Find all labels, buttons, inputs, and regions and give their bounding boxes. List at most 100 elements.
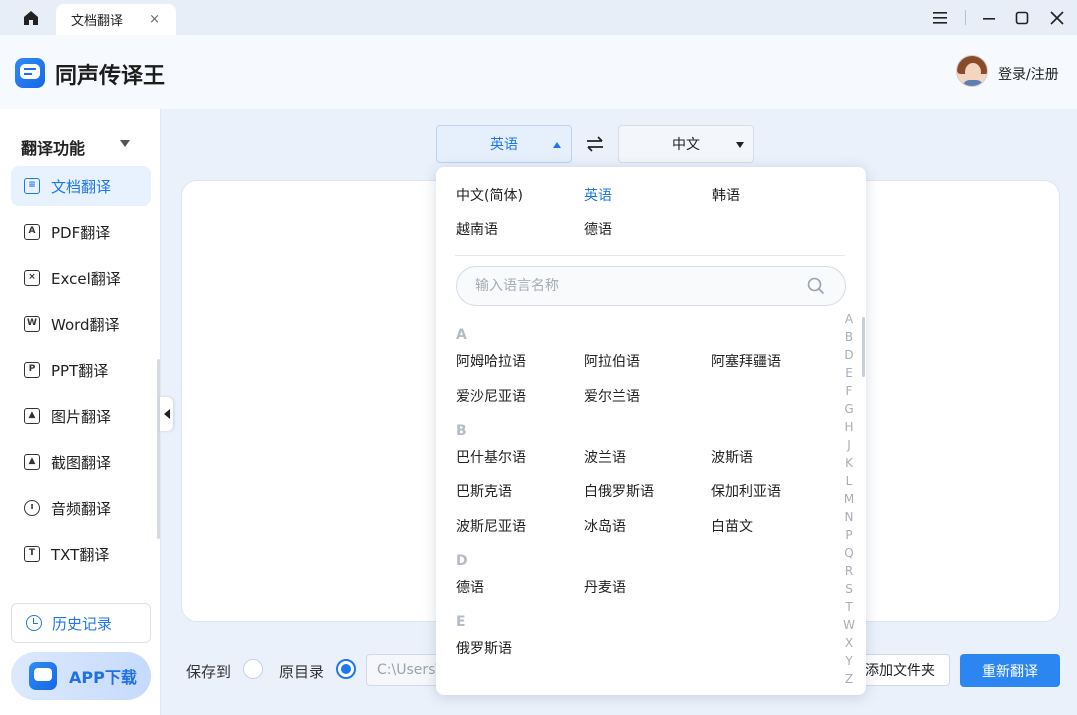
image-icon: ▲ <box>24 408 40 424</box>
alphabet-index-letter[interactable]: Y <box>842 654 856 668</box>
alphabet-index-letter[interactable]: T <box>842 600 856 614</box>
sidebar-item-label: 文档翻译 <box>51 177 112 196</box>
common-language-item[interactable]: 德语 <box>584 219 612 239</box>
language-item[interactable]: 白俄罗斯语 <box>584 481 654 501</box>
language-dropdown: 中文(简体) 英语 韩语 越南语 德语 A 阿姆哈拉语 阿拉伯语 阿塞拜疆语 爱… <box>436 167 866 695</box>
history-label: 历史记录 <box>52 614 113 633</box>
txt-icon: T <box>24 546 40 562</box>
tab-label: 文档翻译 <box>71 14 124 29</box>
alphabet-index-letter[interactable]: D <box>842 348 856 362</box>
target-language-label: 中文 <box>672 137 700 153</box>
language-search-input[interactable] <box>475 275 795 297</box>
source-language-select[interactable]: 英语 <box>436 125 572 163</box>
alphabet-index-letter[interactable]: M <box>842 492 856 506</box>
app-download-button[interactable]: APP下载 <box>11 652 151 700</box>
save-to-radio[interactable] <box>243 659 263 679</box>
alphabet-index-letter[interactable]: J <box>842 438 856 452</box>
target-language-select[interactable]: 中文 <box>618 125 754 163</box>
sidebar-item-label: PPT翻译 <box>51 361 109 380</box>
app-logo-icon <box>15 58 45 88</box>
audio-icon: ı <box>24 500 40 516</box>
language-item[interactable]: 阿拉伯语 <box>584 351 640 371</box>
alphabet-index-letter[interactable]: P <box>842 528 856 542</box>
sidebar-item-label: 音频翻译 <box>51 499 112 518</box>
source-language-label: 英语 <box>490 137 518 153</box>
alphabet-index-letter[interactable]: G <box>842 402 856 416</box>
dropdown-scrollbar[interactable] <box>862 317 865 377</box>
language-item[interactable]: 阿姆哈拉语 <box>456 351 526 371</box>
sidebar-scrollbar[interactable] <box>157 359 160 539</box>
chevron-up-icon <box>553 142 561 148</box>
login-link[interactable]: 登录/注册 <box>998 64 1059 84</box>
app-logo-icon <box>29 662 57 690</box>
language-item[interactable]: 阿塞拜疆语 <box>711 351 781 371</box>
screenshot-icon: ▲ <box>24 454 40 470</box>
maximize-icon[interactable] <box>1010 6 1034 30</box>
language-item[interactable]: 波斯尼亚语 <box>456 516 526 536</box>
sidebar-item-screenshot[interactable]: ▲ 截图翻译 <box>11 442 151 482</box>
language-item[interactable]: 丹麦语 <box>584 577 626 597</box>
alphabet-index-letter[interactable]: Z <box>842 672 856 686</box>
alphabet-index-letter[interactable]: E <box>842 366 856 380</box>
tab-close-icon[interactable]: × <box>149 12 160 27</box>
divider <box>455 255 845 256</box>
app-download-label: APP下载 <box>69 668 137 687</box>
app-title: 同声传译王 <box>55 64 166 89</box>
close-icon[interactable] <box>1045 6 1069 30</box>
alphabet-index-letter[interactable]: L <box>842 474 856 488</box>
original-dir-radio[interactable] <box>336 659 356 679</box>
sidebar-item-txt[interactable]: T TXT翻译 <box>11 534 151 574</box>
sidebar-item-audio[interactable]: ı 音频翻译 <box>11 488 151 528</box>
home-icon[interactable] <box>14 6 48 30</box>
common-language-item[interactable]: 中文(简体) <box>456 185 523 205</box>
original-dir-label: 原目录 <box>279 663 325 681</box>
sidebar-item-document[interactable]: ≡ 文档翻译 <box>11 166 151 206</box>
alphabet-index-letter[interactable]: X <box>842 636 856 650</box>
group-letter: B <box>456 423 467 439</box>
word-icon: W <box>24 316 40 332</box>
sidebar-item-ppt[interactable]: P PPT翻译 <box>11 350 151 390</box>
alphabet-index-letter[interactable]: A <box>842 312 856 326</box>
language-item[interactable]: 白苗文 <box>711 516 753 536</box>
retranslate-button[interactable]: 重新翻译 <box>960 654 1060 687</box>
common-language-item[interactable]: 越南语 <box>456 219 498 239</box>
title-bar: 文档翻译 × <box>0 0 1077 35</box>
language-search[interactable] <box>456 266 846 306</box>
alphabet-index-letter[interactable]: Q <box>842 546 856 560</box>
window-divider <box>965 10 966 25</box>
alphabet-index-letter[interactable]: W <box>842 618 856 632</box>
language-item[interactable]: 保加利亚语 <box>711 481 781 501</box>
sidebar-item-word[interactable]: W Word翻译 <box>11 304 151 344</box>
language-item[interactable]: 巴什基尔语 <box>456 447 526 467</box>
alphabet-index-letter[interactable]: H <box>842 420 856 434</box>
swap-languages-icon[interactable] <box>584 133 606 155</box>
alphabet-index-letter[interactable]: B <box>842 330 856 344</box>
common-language-item-selected[interactable]: 英语 <box>584 185 612 205</box>
search-icon[interactable] <box>807 277 825 295</box>
alphabet-index-letter[interactable]: N <box>842 510 856 524</box>
menu-icon[interactable] <box>928 6 952 30</box>
common-language-item[interactable]: 韩语 <box>712 185 740 205</box>
sidebar-item-pdf[interactable]: A PDF翻译 <box>11 212 151 252</box>
chevron-left-icon <box>163 409 170 419</box>
alphabet-index-letter[interactable]: K <box>842 456 856 470</box>
tab-document-translate[interactable]: 文档翻译 × <box>56 4 176 35</box>
language-item[interactable]: 俄罗斯语 <box>456 638 512 658</box>
avatar[interactable] <box>956 55 988 87</box>
language-item[interactable]: 爱沙尼亚语 <box>456 386 526 406</box>
language-item[interactable]: 冰岛语 <box>584 516 626 536</box>
language-item[interactable]: 德语 <box>456 577 484 597</box>
sidebar-item-image[interactable]: ▲ 图片翻译 <box>11 396 151 436</box>
language-item[interactable]: 波斯语 <box>711 447 753 467</box>
language-item[interactable]: 波兰语 <box>584 447 626 467</box>
language-item[interactable]: 爱尔兰语 <box>584 386 640 406</box>
language-item[interactable]: 巴斯克语 <box>456 481 512 501</box>
sidebar-item-excel[interactable]: × Excel翻译 <box>11 258 151 298</box>
history-button[interactable]: 历史记录 <box>11 603 151 643</box>
minimize-icon[interactable] <box>977 6 1001 30</box>
alphabet-index-letter[interactable]: S <box>842 582 856 596</box>
alphabet-index-letter[interactable]: R <box>842 564 856 578</box>
collapse-sidebar-button[interactable] <box>160 397 173 431</box>
alphabet-index-letter[interactable]: F <box>842 384 856 398</box>
chevron-down-icon[interactable] <box>120 140 130 147</box>
